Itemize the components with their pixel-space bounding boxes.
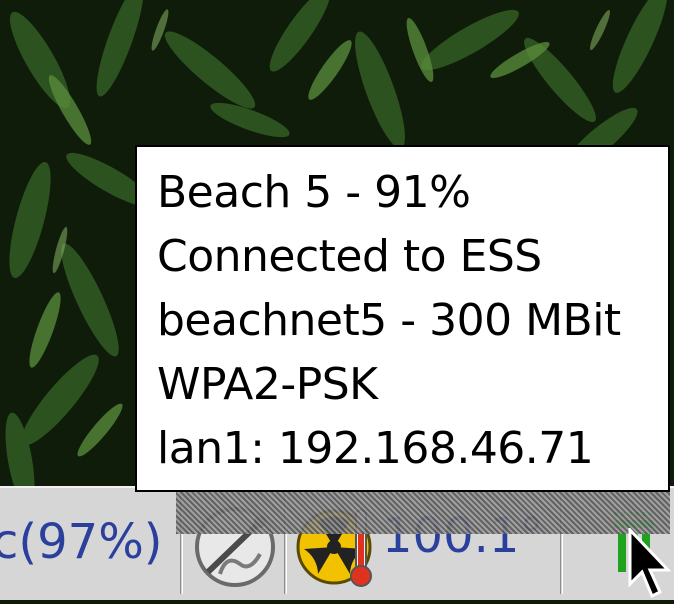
- mouse-pointer-icon: [628, 526, 674, 604]
- tooltip-security: WPA2-PSK: [157, 359, 378, 410]
- tooltip-shadow: [176, 488, 670, 534]
- tooltip-connection-status: Connected to ESS: [157, 231, 542, 282]
- battery-status-text[interactable]: c(97%): [0, 514, 163, 570]
- tooltip-ip-address: lan1: 192.168.46.71: [157, 423, 594, 474]
- tooltip-ssid-speed: beachnet5 - 300 MBit: [157, 295, 621, 346]
- network-tooltip: Beach 5 - 91% Connected to ESS beachnet5…: [135, 145, 670, 492]
- tooltip-network-name: Beach 5 - 91%: [157, 167, 471, 218]
